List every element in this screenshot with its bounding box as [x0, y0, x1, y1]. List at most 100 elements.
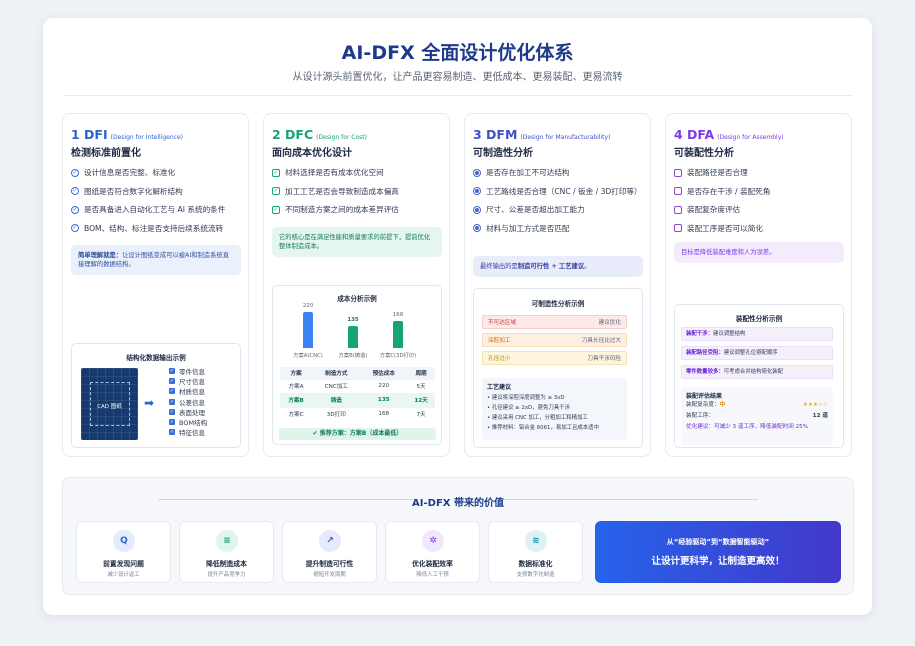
card-items: 是否存在加工不可达结构 工艺路线是否合理（CNC / 钣金 / 3D打印等） 尺… [473, 167, 648, 241]
card-number: 1 DFI [71, 127, 108, 142]
card-number: 4 DFA [674, 127, 715, 142]
eval-line: 装配工序： 12 道 [686, 413, 828, 419]
list-item: 是否存在加工不可达结构 [473, 167, 648, 178]
card-title: 4 DFA (Design for Assembly) [674, 124, 784, 143]
issue-row: 不可达区域 建议优化 [482, 315, 627, 329]
check-square-icon: ✓ [272, 168, 280, 177]
value-section: AI-DFX 带来的价值 Q 前置发现问题 减少设计返工 ≡ 降低制造成本 提升… [62, 477, 854, 595]
value-card: ≡ 降低制造成本 提升产品竞争力 [179, 521, 274, 583]
list-item: ✓ 零件信息 [169, 368, 205, 377]
cad-label: CAD 图纸 [97, 404, 122, 410]
manufacturability-panel: 可制造性分析示例 不可达区域 建议优化 深腔加工 刀具长径比过大 孔径过小 刀具干涉风… [473, 288, 643, 448]
issue-row: 孔径过小 刀具干涉风险 [482, 351, 627, 365]
assembly-evaluation: 装配评估结果 装配复杂度：中 ★★★☆☆ 装配工序： 12 道 优化建议：可减少 3… [681, 387, 833, 445]
chart-bar [303, 312, 313, 348]
list-item: ✓ 特征信息 [169, 429, 205, 438]
checkbox-icon: ✓ [169, 419, 175, 426]
card-subtitle: 可制造性分析 [473, 148, 533, 159]
chart-category-label: 方案C(3D打印) [379, 353, 417, 359]
eval-line: 优化建议：可减少 3 道工序，降低装配时间 25% [686, 424, 809, 430]
card-note: 简单理解就是：让设计图纸变成可以被AI和制造系统直接理解的数据结构。 [71, 245, 241, 275]
check-circle-icon: ✔ [312, 430, 320, 437]
list-item: ✓ 加工工艺是否会导致制造成本偏高 [272, 186, 399, 196]
table-header: 制造方式 [312, 367, 361, 379]
chart-category-label: 方案A(CNC) [293, 353, 323, 359]
recommend-badge: ✔ 推荐方案：方案B（成本最低） [279, 428, 436, 440]
table-header: 方案 [280, 367, 313, 379]
chart-title: 成本分析示例 [337, 295, 377, 303]
list-item: ✓ 材料选择是否有成本优化空间 [272, 168, 384, 177]
list-item: ✓ 不同制造方案之间的成本差异评估 [272, 205, 399, 214]
list-item: 装配路径是否合理 [674, 167, 849, 178]
chart-value-label: 220 [302, 303, 314, 309]
checkbox-icon: ✓ [169, 408, 175, 415]
table-header: 周期 [407, 367, 435, 379]
list-item: 装配工序是否可以简化 [674, 223, 849, 234]
check-square-icon: ✓ [272, 187, 280, 195]
card-note: 最终输出的是制造可行性 + 工艺建议。 [473, 256, 643, 277]
data-checklist: ✓ 零件信息 ✓ 尺寸信息 ✓ 材质信息 ✓ 公差信息 ✓ 表面处理 ✓ BOM结构 ✓ 特征… [169, 366, 207, 437]
card-note: 目标是降低装配难度和人为误差。 [674, 242, 844, 263]
page-container: AI-DFX 全面设计优化体系 从设计源头前置优化，让产品更容易制造、更低成本、… [43, 18, 872, 615]
card-items: ✓ 材料选择是否有成本优化空间 ✓ 加工工艺是否会导致制造成本偏高 ✓ 不同制造方案之… [272, 167, 447, 223]
assembly-row: 装配路径受阻：建议调整孔位避配顺序 [681, 346, 833, 360]
radio-dot-icon [473, 224, 481, 232]
card-title: 3 DFM (Design for Manufacturability) [473, 124, 610, 143]
radio-dot-icon [473, 205, 481, 214]
radio-dot-icon [473, 187, 481, 195]
card-english: (Design for Cost) [316, 134, 367, 141]
process-suggestions: 工艺建议 • 建议将深腔深度调整为 ≤ 3xD • 孔径建议 ≥ 2xD，避免刀… [482, 378, 627, 440]
card-dfa: 4 DFA (Design for Assembly) 可装配性分析 装配路径是否… [665, 113, 852, 457]
checkbox-icon: ✓ [169, 398, 175, 405]
card-english: (Design for Manufacturability) [520, 134, 611, 141]
hero-line-1: 从“经验驱动”到“数据智能驱动” [666, 538, 770, 546]
assembly-row: 零件数量较多：可考虑合并结构简化装配 [681, 365, 833, 379]
database-icon: ≋ [525, 530, 547, 552]
header-divider [63, 95, 852, 96]
checkbox-icon: ✓ [169, 378, 175, 385]
list-item: 装配复杂度评估 [674, 204, 849, 215]
table-row-highlight: 方案B 铸造 135 12天 [280, 392, 435, 407]
list-item: ✓ 尺寸信息 [169, 378, 205, 387]
value-card: Q 前置发现问题 减少设计返工 [76, 521, 171, 583]
square-icon [674, 187, 682, 195]
eval-title: 装配评估结果 [686, 393, 723, 400]
suggestion-line: • 建议将深腔深度调整为 ≤ 3xD [487, 395, 565, 401]
check-circle-icon: ✓ [71, 187, 79, 195]
suggestion-title: 工艺建议 [487, 384, 512, 391]
search-icon: Q [113, 530, 135, 552]
cad-drawing-image: CAD 图纸 [81, 368, 138, 440]
suggestion-line: • 孔径建议 ≥ 2xD，避免刀具干涉 [487, 405, 570, 411]
suggestion-line: • 建议采用 CNC 加工，分粗加工和精加工 [487, 415, 588, 421]
radio-dot-icon [473, 168, 481, 177]
checkbox-icon: ✓ [169, 368, 175, 375]
card-dfi: 1 DFI (Design for Intelligence) 检测标准前置化 ✓… [62, 113, 249, 457]
check-square-icon: ✓ [272, 205, 280, 214]
list-item: ✓ 表面处理 [169, 408, 205, 417]
arrow-right-icon: ➡ [144, 396, 155, 410]
chart-bar [393, 320, 403, 348]
list-item: ✓ 材质信息 [169, 388, 205, 397]
cost-table: 方案 制造方式 预估成本 周期 方案A CNC加工 220 5天 方案B 铸造 135 12… [280, 367, 435, 421]
check-circle-icon: ✓ [71, 168, 79, 177]
panel-title: 结构化数据输出示例 [126, 354, 186, 362]
issue-row: 深腔加工 刀具长径比过大 [482, 333, 627, 347]
list-item: 是否存在干涉 / 装配死角 [674, 186, 849, 197]
value-card: ≋ 数据标准化 支撑数字化制造 [488, 521, 583, 583]
value-card: ↗ 提升制造可行性 缩短开发周期 [282, 521, 377, 583]
rating-stars: ★★★☆☆ [802, 402, 828, 408]
card-english: (Design for Intelligence) [110, 134, 183, 141]
card-subtitle: 面向成本优化设计 [272, 148, 352, 159]
card-title: 2 DFC (Design for Cost) [272, 124, 367, 143]
page-title: AI-DFX 全面设计优化体系 [341, 42, 574, 64]
list-item: ✓ 设计信息是否完整、标准化 [71, 168, 176, 177]
square-icon [674, 205, 682, 214]
cost-analysis-panel: 成本分析示例 220 方案A(CNC) 135 方案B(铸造) 168 方案C(3D打印)… [272, 285, 442, 445]
card-dfc: 2 DFC (Design for Cost) 面向成本优化设计 ✓ 材料选择是否有… [263, 113, 450, 457]
card-subtitle: 可装配性分析 [674, 148, 734, 159]
square-icon [674, 168, 682, 177]
hero-banner: 从“经验驱动”到“数据智能驱动” 让设计更科学，让制造更高效！ [595, 521, 841, 583]
list-item: ✓ 图纸是否符合数字化解析结构 [71, 186, 183, 196]
card-items: ✓ 设计信息是否完整、标准化 ✓ 图纸是否符合数字化解析结构 ✓ 是否具备进入自动化工… [71, 167, 246, 241]
card-subtitle: 检测标准前置化 [71, 148, 141, 159]
